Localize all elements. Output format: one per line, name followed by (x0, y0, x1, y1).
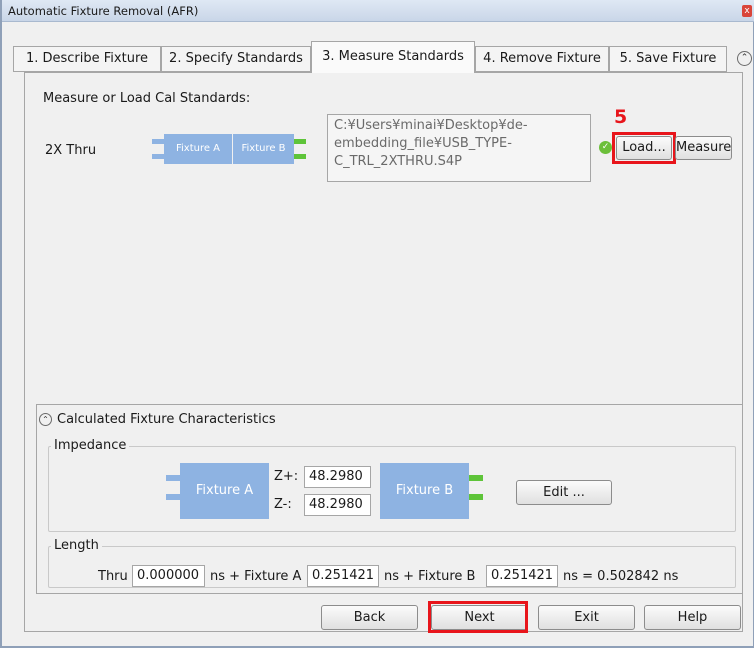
fixture-a-length-label: ns + Fixture A (210, 569, 302, 584)
standard-file-path: C:¥Users¥minai¥Desktop¥de- embedding_fil… (327, 114, 591, 182)
fixture-b-block: Fixture B (380, 463, 469, 519)
tab-measure-standards[interactable]: 3. Measure Standards (311, 41, 475, 73)
left-pin-top (152, 139, 164, 144)
fixture-b-block-small: Fixture B (233, 134, 294, 164)
right-pin-top (469, 475, 483, 481)
characteristics-title: Calculated Fixture Characteristics (57, 412, 276, 427)
annotation-step-number: 5 (614, 106, 628, 128)
tab-specify-standards[interactable]: 2. Specify Standards (161, 46, 311, 72)
impedance-title: Impedance (51, 438, 130, 453)
close-icon[interactable]: x (742, 5, 752, 17)
help-button[interactable]: Help (644, 605, 741, 630)
fixture-b-length-field[interactable]: 0.251421 (486, 565, 558, 587)
fixture-a-block: Fixture A (180, 463, 269, 519)
z-plus-label: Z+: (274, 469, 299, 484)
thru-label: Thru (98, 569, 128, 584)
left-pin-bottom (166, 494, 180, 500)
title-bar: Automatic Fixture Removal (AFR) x (2, 0, 754, 22)
total-length-label: ns = 0.502842 ns (563, 569, 679, 584)
chevron-up-circle-icon[interactable]: ⌃ (39, 413, 52, 426)
afr-window: Automatic Fixture Removal (AFR) x 1. Des… (0, 0, 754, 648)
standard-label: 2X Thru (45, 143, 97, 158)
load-highlight-box (612, 132, 676, 164)
measure-button[interactable]: Measure (675, 136, 732, 160)
exit-button[interactable]: Exit (538, 605, 635, 630)
back-button[interactable]: Back (321, 605, 418, 630)
right-pin-bottom (469, 494, 483, 500)
z-minus-field[interactable]: 48.2980 (304, 494, 371, 516)
window-title: Automatic Fixture Removal (AFR) (8, 4, 199, 18)
check-circle-icon: ✓ (599, 141, 612, 154)
edit-impedance-button[interactable]: Edit ... (516, 480, 612, 505)
tab-describe-fixture[interactable]: 1. Describe Fixture (13, 46, 161, 72)
file-path-line: embedding_file¥USB_TYPE- (334, 136, 512, 151)
right-pin-bottom (294, 154, 306, 159)
z-plus-field[interactable]: 48.2980 (304, 466, 371, 488)
tab-save-fixture[interactable]: 5. Save Fixture (609, 46, 727, 72)
tab-remove-fixture[interactable]: 4. Remove Fixture (475, 46, 609, 72)
fixture-a-length-field[interactable]: 0.251421 (307, 565, 379, 587)
file-path-line: C_TRL_2XTHRU.S4P (334, 154, 463, 169)
fixture-b-length-label: ns + Fixture B (384, 569, 476, 584)
thru-length-field[interactable]: 0.000000 (132, 565, 205, 587)
right-pin-top (294, 139, 306, 144)
measure-group-title: Measure or Load Cal Standards: (40, 91, 254, 106)
file-path-line: C:¥Users¥minai¥Desktop¥de- (334, 118, 528, 133)
left-pin-bottom (152, 154, 164, 159)
fixture-a-block-small: Fixture A (164, 134, 232, 164)
left-pin-top (166, 475, 180, 481)
length-title: Length (51, 538, 102, 553)
chevron-up-circle-icon[interactable]: ⌃ (737, 51, 752, 66)
z-minus-label: Z-: (274, 497, 292, 512)
next-highlight-box (428, 601, 528, 633)
